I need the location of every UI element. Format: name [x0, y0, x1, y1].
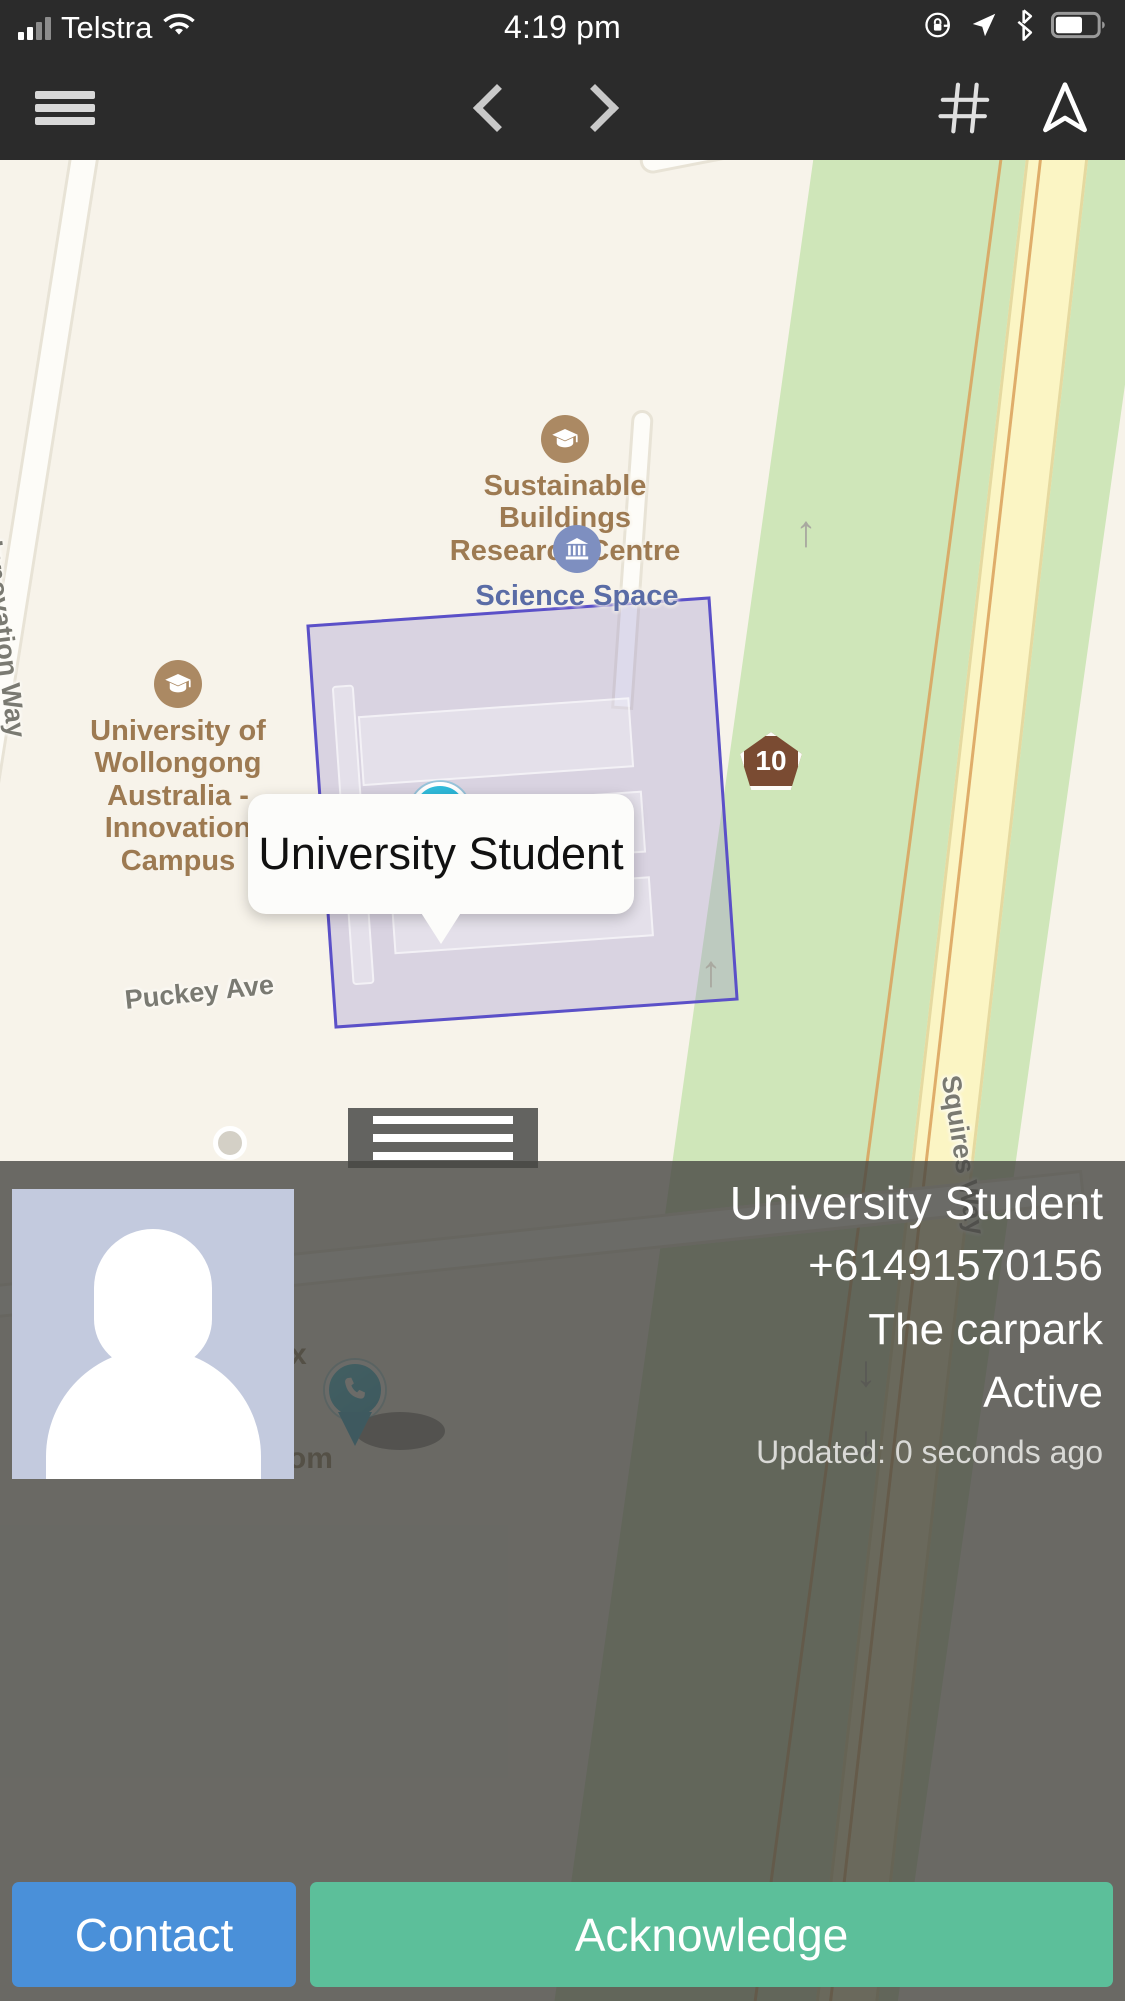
- chevron-right-icon[interactable]: [560, 55, 630, 160]
- status-bar: Telstra 4:19 pm: [0, 0, 1125, 55]
- location-arrow-icon: [969, 10, 999, 45]
- map-generic-poi-dot[interactable]: [213, 1126, 247, 1160]
- map-poi-science-space[interactable]: Science Space: [442, 525, 712, 612]
- contact-button[interactable]: Contact: [12, 1882, 296, 1987]
- map-poi-science-space-label: Science Space: [475, 580, 679, 612]
- map-road-label-puckey-ave: Puckey Ave: [123, 969, 276, 1015]
- map-callout-title: University Student: [258, 828, 624, 879]
- battery-icon: [1051, 11, 1107, 44]
- contact-name: University Student: [729, 1177, 1103, 1229]
- museum-icon: [553, 525, 601, 573]
- rotation-lock-icon: [923, 9, 955, 46]
- app-root: Telstra 4:19 pm Sustainable Buildings Re…: [0, 0, 1125, 2001]
- contact-phone: +61491570156: [808, 1240, 1103, 1290]
- contact-info: University Student +61491570156 The carp…: [363, 1173, 1103, 1480]
- map-callout-bubble[interactable]: University Student: [248, 794, 634, 914]
- panel-action-buttons: Contact Acknowledge: [0, 1882, 1125, 1987]
- map-poi-uow-line2: Wollongong: [94, 747, 262, 780]
- grid-icon[interactable]: [925, 55, 1005, 160]
- navigation-bar: [0, 55, 1125, 160]
- map-direction-arrow-up: ↑: [700, 947, 722, 996]
- map-poi-uow-line1: University of: [90, 715, 266, 747]
- contact-detail-panel: University Student +61491570156 The carp…: [0, 1161, 1125, 2001]
- status-bar-right: [923, 0, 1107, 55]
- panel-drag-handle[interactable]: [348, 1108, 538, 1168]
- avatar-head: [94, 1229, 212, 1369]
- graduation-cap-icon: [154, 660, 202, 708]
- avatar-body: [46, 1349, 261, 1479]
- graduation-cap-icon: [541, 415, 589, 463]
- hamburger-menu-icon[interactable]: [20, 55, 110, 160]
- map-direction-arrow-up: ↑: [795, 507, 817, 556]
- bluetooth-icon: [1013, 9, 1037, 46]
- clock-label: 4:19 pm: [503, 9, 622, 45]
- acknowledge-button[interactable]: Acknowledge: [310, 1882, 1113, 1987]
- contact-location: The carpark: [868, 1304, 1103, 1354]
- status-badge: Active: [983, 1368, 1103, 1418]
- chevron-left-icon[interactable]: [462, 55, 532, 160]
- map-poi-sbrc-line1: Sustainable: [483, 470, 647, 502]
- avatar: [12, 1189, 294, 1479]
- updated-timestamp: Updated: 0 seconds ago: [756, 1434, 1103, 1471]
- map-building: [357, 697, 635, 787]
- navigate-icon[interactable]: [1025, 55, 1105, 160]
